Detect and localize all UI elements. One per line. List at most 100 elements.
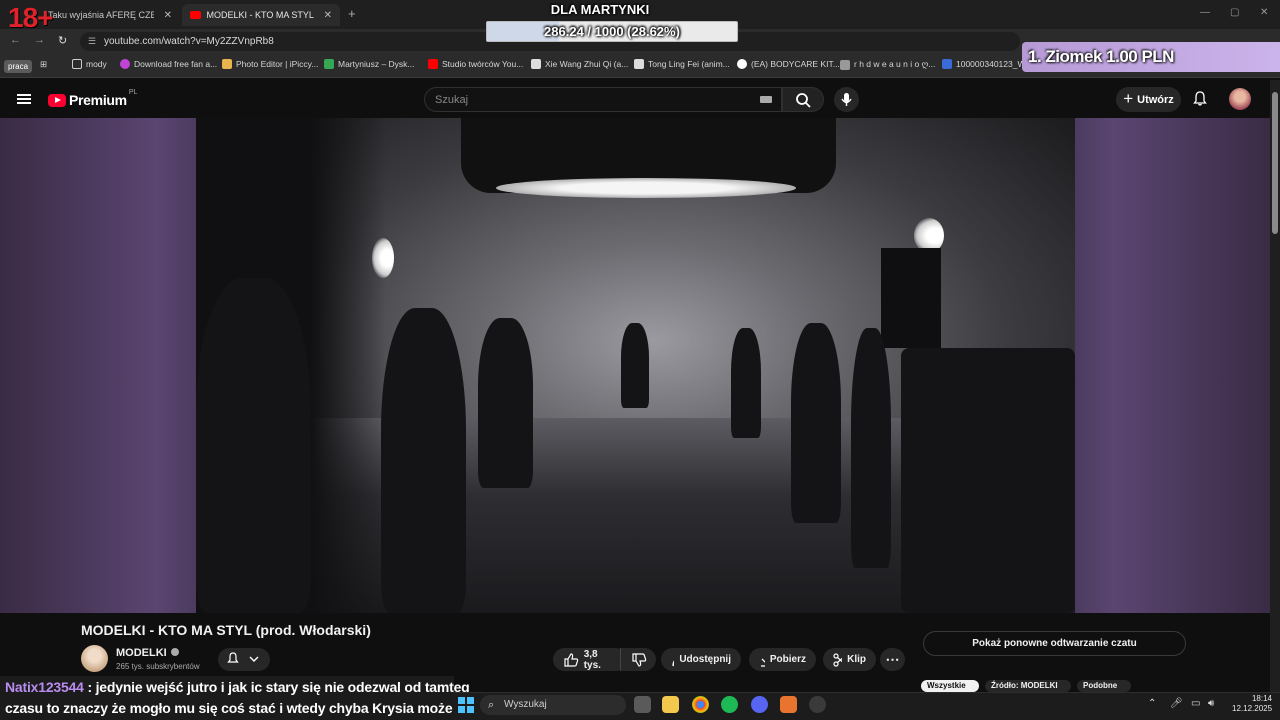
create-button[interactable]: + Utwórz — [1116, 87, 1181, 112]
video-title: MODELKI - KTO MA STYL (prod. Włodarski) — [81, 622, 371, 638]
maximize-icon[interactable]: ▢ — [1230, 7, 1239, 18]
video-frame-model — [621, 323, 649, 408]
chip-all[interactable]: Wszystkie — [921, 680, 979, 692]
stream-chat-overlay: Natix123544 : jedynie wejść jutro i jak … — [0, 676, 478, 720]
apps-grid-icon[interactable]: ⊞ — [40, 59, 47, 70]
site-icon — [942, 59, 952, 69]
chip-related[interactable]: Podobne — [1077, 680, 1131, 692]
notifications-bell-icon[interactable] — [1193, 91, 1207, 106]
subscriber-count: 265 tys. subskrybentów — [116, 662, 200, 671]
keyboard-icon[interactable] — [760, 96, 772, 103]
channel-name[interactable]: MODELKI — [116, 647, 179, 659]
window-close-icon[interactable]: ✕ — [1260, 7, 1268, 18]
video-frame-flag — [881, 248, 941, 348]
bookmark-download-fan[interactable]: Download free fan a... — [120, 59, 217, 69]
account-avatar[interactable] — [1229, 88, 1251, 110]
voice-search-button[interactable] — [834, 87, 859, 112]
close-icon[interactable]: ✕ — [324, 10, 332, 21]
age-restriction-badge: 18+ — [8, 2, 53, 33]
download-icon — [761, 658, 765, 667]
back-icon[interactable]: ← — [10, 34, 21, 46]
like-button[interactable]: 3,8 tys. — [553, 648, 627, 671]
video-frame-person — [851, 328, 891, 568]
search-input[interactable] — [425, 88, 725, 111]
site-icon — [531, 59, 541, 69]
chat-message-line-1: Natix123544 : jedynie wejść jutro i jak … — [5, 679, 470, 695]
donation-goal-bar: 286.24 / 1000 (28.62%) — [486, 21, 738, 42]
task-view-icon[interactable] — [634, 696, 651, 713]
youtube-studio-icon — [428, 59, 438, 69]
tray-volume-icon[interactable]: 🔊︎ — [1208, 698, 1214, 709]
video-frame-light — [496, 178, 796, 198]
chip-from-channel[interactable]: Źródło: MODELKI — [985, 680, 1071, 692]
video-player[interactable] — [196, 118, 1075, 613]
close-icon[interactable]: ✕ — [164, 10, 172, 21]
site-info-icon[interactable]: ☰ — [88, 36, 96, 47]
more-actions-icon[interactable]: ⋯ — [880, 648, 905, 671]
minimize-icon[interactable]: — — [1200, 7, 1210, 18]
clip-button[interactable]: Klip — [823, 648, 876, 671]
site-icon — [840, 59, 850, 70]
page-scrollbar-thumb[interactable] — [1272, 92, 1278, 234]
tray-network-icon[interactable]: ▭ — [1191, 698, 1200, 709]
taskbar-clock[interactable]: 18:14 12.12.2025 — [1232, 694, 1272, 714]
bell-chevron-icon — [227, 652, 259, 663]
verified-icon — [170, 648, 179, 656]
site-icon — [737, 59, 747, 69]
top-donor-banner: 1. Ziomek 1.00 PLN — [1022, 42, 1280, 72]
drive-icon — [324, 59, 334, 69]
tray-microphone-icon[interactable]: 🎤︎ — [1170, 698, 1183, 709]
app-orange-icon[interactable] — [780, 696, 797, 713]
site-icon — [120, 59, 130, 69]
menu-icon[interactable] — [17, 94, 31, 104]
bookmark-martyniusz-drive[interactable]: Martyniusz – Dysk... — [324, 59, 415, 69]
reload-icon[interactable]: ↻ — [58, 34, 67, 47]
thumbs-down-icon — [632, 652, 647, 667]
tray-chevron-icon[interactable]: ⌃ — [1148, 698, 1156, 709]
windows-start-icon[interactable] — [458, 697, 474, 713]
spotify-icon[interactable] — [721, 696, 738, 713]
show-chat-replay-button[interactable]: Pokaż ponowne odtwarzanie czatu — [923, 631, 1186, 656]
share-button[interactable]: Udostępnij — [661, 648, 741, 671]
donation-goal-text: 286.24 / 1000 (28.62%) — [544, 24, 680, 39]
bookmark-rhdw[interactable]: r h d w e a u n i o ღ... — [840, 59, 935, 70]
search-field[interactable] — [424, 87, 782, 112]
tab-modelki[interactable]: MODELKI - KTO MA STYL (prod ✕ — [182, 4, 340, 26]
app-record-icon[interactable] — [809, 696, 826, 713]
bookmark-studio[interactable]: Studio twórców You... — [428, 59, 523, 69]
bookmark-tong-ling[interactable]: Tong Ling Fei (anim... — [634, 59, 730, 69]
bookmark-bodycare[interactable]: (EA) BODYCARE KIT... — [737, 59, 840, 69]
bookmark-photo-editor[interactable]: Photo Editor | iPiccy... — [222, 59, 318, 69]
ambient-glow-left — [0, 118, 196, 613]
tab-label: Taku wyjaśnia AFERĘ CZESIOWĄ — [48, 10, 154, 20]
channel-avatar[interactable] — [81, 645, 108, 672]
ambient-glow-right — [1075, 118, 1270, 613]
new-tab-icon[interactable]: + — [348, 6, 356, 21]
bookmark-xie-wang[interactable]: Xie Wang Zhui Qi (a... — [531, 59, 628, 69]
site-icon — [634, 59, 644, 69]
tab-afera[interactable]: Taku wyjaśnia AFERĘ CZESIOWĄ ✕ — [40, 4, 180, 26]
chrome-icon[interactable] — [692, 696, 709, 713]
video-frame-person — [196, 278, 311, 613]
thumbs-up-icon — [564, 652, 579, 667]
discord-icon[interactable] — [751, 696, 768, 713]
video-frame-person — [381, 308, 466, 613]
file-explorer-icon[interactable] — [662, 696, 679, 713]
youtube-premium-logo[interactable]: Premium PL — [48, 89, 137, 108]
video-frame-person — [478, 318, 533, 488]
chat-message-line-2: czasu to znaczy że mogło mu się coś stać… — [5, 700, 479, 716]
search-button[interactable] — [782, 87, 824, 112]
profile-praca-badge[interactable]: praca — [4, 60, 33, 73]
download-button[interactable]: Pobierz — [749, 648, 816, 671]
scissors-icon — [833, 652, 843, 667]
subscribed-notifications-button[interactable] — [218, 648, 270, 671]
forward-icon[interactable]: → — [34, 34, 45, 46]
bookmark-mody[interactable]: mody — [72, 59, 107, 69]
video-frame-person — [791, 323, 841, 523]
folder-icon — [72, 59, 82, 69]
dislike-button[interactable] — [620, 648, 656, 671]
url-text: youtube.com/watch?v=My2ZZVnpRb8 — [104, 36, 274, 47]
youtube-play-icon — [48, 93, 66, 107]
tab-label: MODELKI - KTO MA STYL (prod — [206, 10, 314, 20]
taskbar-search[interactable]: ⌕ Wyszukaj — [480, 695, 626, 715]
